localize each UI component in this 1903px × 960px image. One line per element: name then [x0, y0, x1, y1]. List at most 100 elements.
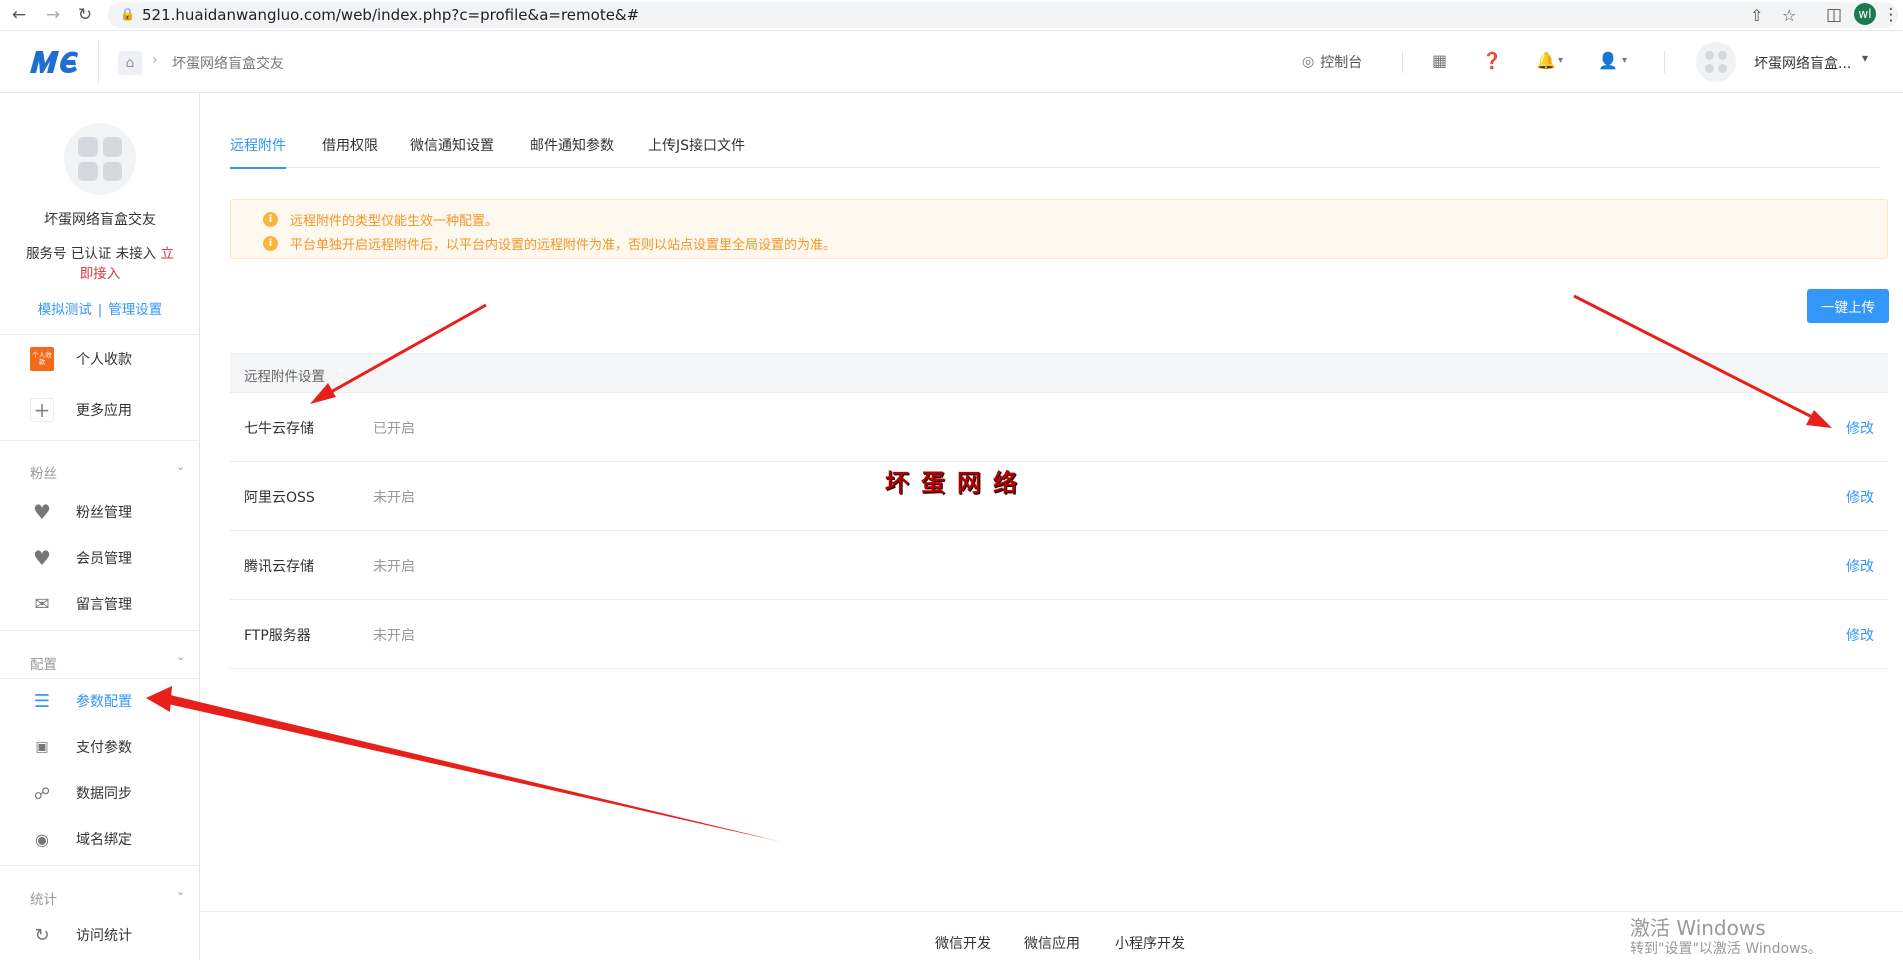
edit-link[interactable]: 修改 — [1846, 556, 1874, 576]
chevron-down-icon[interactable]: ▾ — [1558, 55, 1563, 66]
chevron-down-icon[interactable]: ⌄ — [176, 885, 185, 898]
tab-email-notify[interactable]: 邮件通知参数 — [530, 135, 614, 167]
sidebar: 坏蛋网络盲盒交友 服务号 已认证 未接入 立即接入 模拟测试 | 管理设置 个人收款… — [0, 93, 200, 960]
bell-icon[interactable]: 🔔 — [1536, 51, 1556, 70]
footer-link[interactable]: 小程序开发 — [1115, 933, 1185, 953]
sidebar-item-label: 域名绑定 — [76, 832, 132, 848]
chevron-down-icon[interactable]: ⌄ — [176, 650, 185, 663]
lock-icon: 🔒 — [120, 7, 135, 21]
refresh-chart-icon: ↻ — [34, 924, 50, 946]
edit-link[interactable]: 修改 — [1846, 487, 1874, 507]
share-icon[interactable]: ⇧ — [1750, 6, 1763, 25]
sidebar-item-domain-binding[interactable]: ◉ 域名绑定 — [0, 820, 200, 858]
account-avatar — [64, 123, 136, 195]
header-separator — [1664, 51, 1665, 73]
manage-settings-link[interactable]: 管理设置 — [108, 302, 162, 318]
account-name[interactable]: 坏蛋网络盲盒... — [1754, 53, 1851, 73]
console-link[interactable]: ◎ 控制台 — [1302, 52, 1362, 72]
storage-name: FTP服务器 — [244, 628, 311, 644]
sidebar-item-payment-params[interactable]: ▣ 支付参数 — [0, 728, 200, 766]
divider — [0, 334, 200, 335]
list-icon: ☰ — [33, 690, 51, 712]
footer-link[interactable]: 微信应用 — [1024, 933, 1080, 953]
account-status: 服务号 已认证 未接入 立即接入 — [20, 244, 180, 284]
sidebar-item-label: 更多应用 — [76, 403, 132, 419]
envelope-icon: ✉ — [34, 593, 50, 615]
reload-icon[interactable]: ↻ — [74, 4, 96, 26]
edit-link[interactable]: 修改 — [1846, 418, 1874, 438]
sidebar-item-label: 数据同步 — [76, 786, 132, 802]
tab-borrow-permission[interactable]: 借用权限 — [322, 135, 378, 167]
sidebar-item-message-manage[interactable]: ✉ 留言管理 — [0, 585, 200, 623]
personal-payment-icon: 个人收款 — [30, 347, 54, 371]
bookmark-star-icon[interactable]: ☆ — [1782, 6, 1796, 25]
sidebar-item-fans-manage[interactable]: ♥ 粉丝管理 — [0, 493, 200, 531]
edit-link[interactable]: 修改 — [1846, 625, 1874, 645]
storage-name: 七牛云存储 — [244, 421, 314, 437]
back-arrow-icon[interactable]: ← — [8, 4, 30, 26]
profile-avatar[interactable]: wl — [1854, 3, 1876, 25]
alert-text: 远程附件的类型仅能生效一种配置。 — [290, 214, 499, 229]
link-separator: | — [97, 302, 103, 318]
storage-state: 未开启 — [373, 628, 415, 644]
brand-logo[interactable] — [28, 47, 80, 77]
status-text: 服务号 已认证 未接入 — [26, 246, 161, 262]
store-icon[interactable]: ▦ — [1432, 51, 1447, 70]
sidebar-item-label: 支付参数 — [76, 740, 132, 756]
sidebar-item-member-manage[interactable]: ♥ 会员管理 — [0, 539, 200, 577]
url-text: 521.huaidanwangluo.com/web/index.php?c=p… — [142, 6, 640, 24]
heart-icon: ♥ — [33, 500, 51, 524]
dashboard-icon: ◎ — [1302, 54, 1315, 70]
user-icon[interactable]: 👤 — [1598, 51, 1618, 70]
sidebar-item-more-apps[interactable]: + 更多应用 — [0, 391, 200, 429]
watermark: 坏蛋网络 — [885, 469, 1029, 497]
tab-wechat-notify[interactable]: 微信通知设置 — [410, 135, 494, 167]
storage-state: 未开启 — [373, 490, 415, 506]
table-row: FTP服务器 未开启 修改 — [230, 600, 1888, 669]
group-title-fans: 粉丝 — [30, 466, 57, 482]
tab-upload-js[interactable]: 上传JS接口文件 — [648, 135, 745, 167]
forward-arrow-icon[interactable]: → — [42, 4, 64, 26]
storage-name: 阿里云OSS — [244, 490, 315, 506]
breadcrumb[interactable]: 坏蛋网络盲盒交友 — [172, 53, 284, 73]
more-menu-icon[interactable]: ⋮ — [1880, 4, 1902, 26]
home-icon[interactable]: ⌂ — [118, 51, 142, 75]
divider — [0, 865, 200, 866]
help-icon[interactable]: ❓ — [1482, 51, 1502, 70]
sidebar-item-visit-stats[interactable]: ↻ 访问统计 — [0, 916, 200, 954]
panel-title: 远程附件设置 — [244, 369, 325, 385]
divider — [0, 678, 200, 679]
heart-icon: ♥ — [33, 546, 51, 570]
storage-state: 未开启 — [373, 559, 415, 575]
console-label: 控制台 — [1320, 55, 1363, 71]
sidebar-item-personal-payment[interactable]: 个人收款 个人收款 — [0, 340, 200, 378]
header-separator — [1402, 51, 1403, 73]
simulate-test-link[interactable]: 模拟测试 — [38, 302, 92, 318]
windows-activation-hint: 转到"设置"以激活 Windows。 — [1630, 941, 1822, 957]
chevron-down-icon[interactable]: ▾ — [1622, 55, 1627, 66]
group-title-config: 配置 — [30, 657, 57, 673]
link-icon: ☍ — [33, 783, 51, 803]
sidebar-item-param-config[interactable]: ☰ 参数配置 — [0, 682, 200, 720]
sidebar-item-data-sync[interactable]: ☍ 数据同步 — [0, 774, 200, 812]
table-row: 腾讯云存储 未开启 修改 — [230, 531, 1888, 600]
divider — [0, 440, 200, 441]
alert-line: i 平台单独开启远程附件后，以平台内设置的远程附件为准，否则以站点设置里全局设置… — [263, 234, 836, 253]
header-divider — [98, 41, 99, 83]
wallet-icon: ▣ — [35, 739, 49, 755]
account-avatar[interactable] — [1696, 42, 1736, 82]
side-panel-icon[interactable]: ◫ — [1823, 4, 1845, 26]
chevron-right-icon: › — [152, 52, 158, 68]
one-click-upload-button[interactable]: 一键上传 — [1807, 289, 1889, 323]
panel-header: 远程附件设置 — [230, 353, 1888, 393]
tab-remote-attachment[interactable]: 远程附件 — [230, 135, 286, 169]
footer-link[interactable]: 微信开发 — [935, 933, 991, 953]
chevron-down-icon[interactable]: ▾ — [1862, 51, 1868, 65]
address-bar[interactable]: 🔒 521.huaidanwangluo.com/web/index.php?c… — [108, 2, 1898, 28]
chevron-down-icon[interactable]: ⌄ — [176, 460, 185, 473]
info-icon: i — [263, 236, 278, 251]
app-header: ⌂ › 坏蛋网络盲盒交友 ◎ 控制台 ▦ ❓ 🔔 ▾ 👤 ▾ 坏蛋网络盲盒...… — [0, 31, 1903, 93]
warning-alert: i 远程附件的类型仅能生效一种配置。 i 平台单独开启远程附件后，以平台内设置的… — [230, 199, 1888, 259]
account-title: 坏蛋网络盲盒交友 — [44, 212, 156, 228]
info-icon: i — [263, 212, 278, 227]
